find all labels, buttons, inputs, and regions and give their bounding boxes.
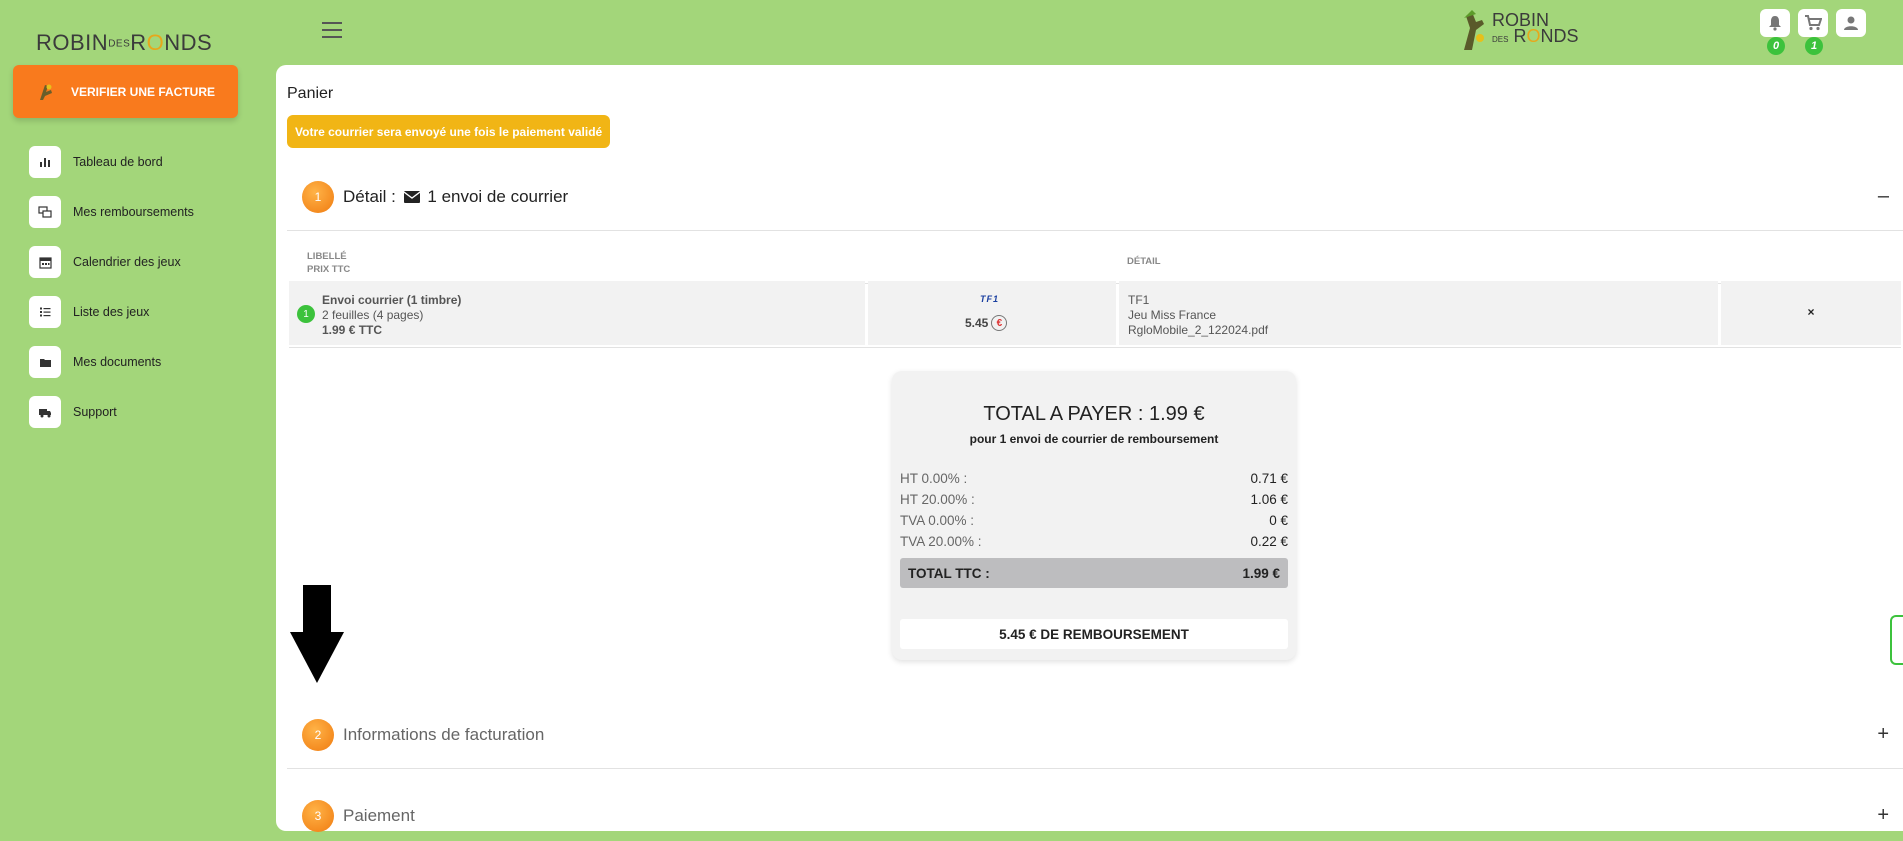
main-content: Panier Votre courrier sera envoyé une fo… (276, 65, 1903, 832)
user-icon (1844, 16, 1858, 30)
down-arrow-icon (290, 585, 344, 683)
step-number: 3 (302, 799, 334, 832)
page-title: Panier (287, 85, 334, 102)
cart-badge: 1 (1805, 37, 1823, 55)
payment-alert: Votre courrier sera envoyé une fois le p… (287, 115, 611, 148)
list-icon (29, 296, 61, 328)
table-row: 1 Envoi courrier (1 timbre) 2 feuilles (… (289, 281, 1901, 345)
truck-icon (29, 396, 61, 428)
step-number: 2 (302, 718, 334, 751)
step-number: 1 (302, 180, 334, 213)
sidebar-item-games-list[interactable]: Liste des jeux (29, 295, 194, 329)
sidebar-item-dashboard[interactable]: Tableau de bord (29, 145, 194, 179)
tax-line: TVA 20.00% :0.22 € (900, 534, 1288, 549)
row-number: 1 (297, 305, 315, 323)
account-button[interactable] (1836, 9, 1866, 37)
logo[interactable]: ROBINDESRONDS (36, 30, 212, 56)
notifications-button[interactable] (1760, 9, 1790, 37)
step-payment[interactable]: 3 Paiement + (287, 782, 1903, 841)
bar-chart-icon (29, 146, 61, 178)
row-refund: 5.45 € (965, 315, 1008, 331)
robin-logo-icon (1464, 10, 1484, 50)
floating-widget[interactable] (1890, 615, 1903, 665)
step-title: Détail : 1 envoi de courrier (343, 186, 569, 206)
refund-icon (29, 196, 61, 228)
sidebar: ROBINDESRONDS VERIFIER UNE FACTURE Table… (0, 0, 275, 841)
expand-toggle[interactable]: + (1877, 723, 1889, 746)
step-detail[interactable]: 1 Détail : 1 envoi de courrier – (287, 163, 1903, 231)
calendar-icon (29, 246, 61, 278)
sidebar-item-support[interactable]: Support (29, 395, 194, 429)
total-ttc: TOTAL TTC :1.99 € (900, 558, 1288, 588)
row-detail-cell: TF1 Jeu Miss France RgloMobile_2_122024.… (1119, 281, 1718, 345)
total-subtitle: pour 1 envoi de courrier de remboursemen… (969, 432, 1219, 446)
tax-line: HT 0.00% :0.71 € (900, 471, 1288, 486)
tax-breakdown: HT 0.00% :0.71 € HT 20.00% :1.06 € TVA 0… (900, 471, 1288, 588)
header-logo[interactable]: ROBIN DES RONDS (1458, 8, 1579, 52)
total-card: TOTAL A PAYER : 1.99 € pour 1 envoi de c… (892, 371, 1296, 660)
step-title: Paiement (343, 805, 415, 825)
collapse-toggle[interactable]: – (1878, 185, 1889, 208)
euro-icon: € (991, 315, 1008, 331)
row-label-cell: 1 Envoi courrier (1 timbre) 2 feuilles (… (289, 281, 865, 345)
tax-line: TVA 0.00% :0 € (900, 513, 1288, 528)
sidebar-item-refunds[interactable]: Mes remboursements (29, 195, 194, 229)
bell-icon (1769, 16, 1781, 31)
sidebar-nav: Tableau de bord Mes remboursements Calen… (29, 145, 194, 445)
envelope-icon (403, 190, 421, 203)
cart-icon (1805, 15, 1822, 31)
step-title: Informations de facturation (343, 724, 545, 744)
verify-invoice-button[interactable]: VERIFIER UNE FACTURE (13, 65, 238, 118)
brand-text: ROBIN DES RONDS (1492, 10, 1579, 46)
divider (289, 347, 1901, 348)
cart-button[interactable] (1798, 9, 1828, 37)
row-actions-cell: × (1721, 281, 1901, 345)
menu-toggle-button[interactable] (322, 22, 342, 38)
row-refund-cell: TF1 5.45 € (868, 281, 1116, 345)
tf1-logo: TF1 (980, 294, 1000, 304)
tax-line: HT 20.00% :1.06 € (900, 492, 1288, 507)
delete-row-button[interactable]: × (1721, 305, 1901, 319)
total-title: TOTAL A PAYER : 1.99 € (983, 403, 1205, 425)
expand-toggle[interactable]: + (1877, 804, 1889, 827)
folder-icon (29, 346, 61, 378)
sidebar-item-calendar[interactable]: Calendrier des jeux (29, 245, 194, 279)
robin-icon (35, 81, 57, 103)
step-billing-info[interactable]: 2 Informations de facturation + (287, 701, 1903, 769)
sidebar-item-documents[interactable]: Mes documents (29, 345, 194, 379)
notifications-badge: 0 (1767, 37, 1785, 55)
table-header: LIBELLÉ PRIX TTC DÉTAIL (290, 236, 1901, 284)
refund-total: 5.45 € DE REMBOURSEMENT (900, 619, 1288, 649)
